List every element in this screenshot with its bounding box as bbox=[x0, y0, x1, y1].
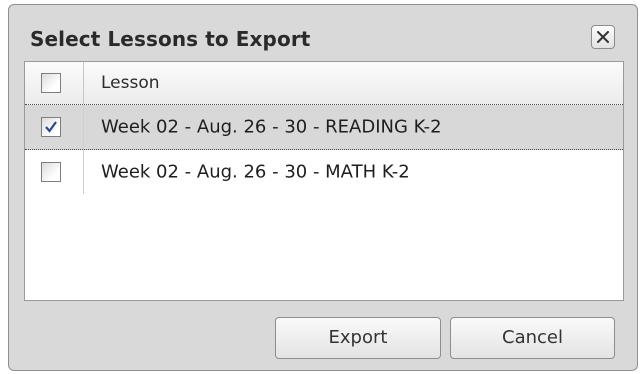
close-button[interactable] bbox=[591, 25, 615, 49]
dialog-title: Select Lessons to Export bbox=[30, 27, 311, 51]
lessons-grid: Lesson Week 02 - Aug. 26 - 30 - READING … bbox=[24, 61, 624, 301]
table-row[interactable]: Week 02 - Aug. 26 - 30 - MATH K-2 bbox=[25, 150, 623, 194]
row-checkbox[interactable] bbox=[41, 117, 61, 137]
check-icon bbox=[45, 121, 57, 133]
row-checkbox-cell bbox=[25, 105, 84, 149]
table-row[interactable]: Week 02 - Aug. 26 - 30 - READING K-2 bbox=[25, 105, 623, 150]
row-checkbox[interactable] bbox=[41, 162, 61, 182]
export-button[interactable]: Export bbox=[275, 317, 441, 359]
row-checkbox-cell bbox=[25, 150, 84, 194]
lesson-name: Week 02 - Aug. 26 - 30 - MATH K-2 bbox=[101, 161, 410, 183]
header-checkbox-cell bbox=[25, 62, 84, 104]
lesson-name: Week 02 - Aug. 26 - 30 - READING K-2 bbox=[101, 116, 442, 138]
grid-header-row: Lesson bbox=[25, 62, 623, 105]
column-header-lesson[interactable]: Lesson bbox=[101, 73, 160, 93]
cancel-button[interactable]: Cancel bbox=[450, 317, 615, 359]
close-x-icon bbox=[597, 31, 609, 43]
export-lessons-dialog: Select Lessons to Export Lesson Week 02 … bbox=[8, 4, 638, 371]
select-all-checkbox[interactable] bbox=[41, 73, 61, 93]
